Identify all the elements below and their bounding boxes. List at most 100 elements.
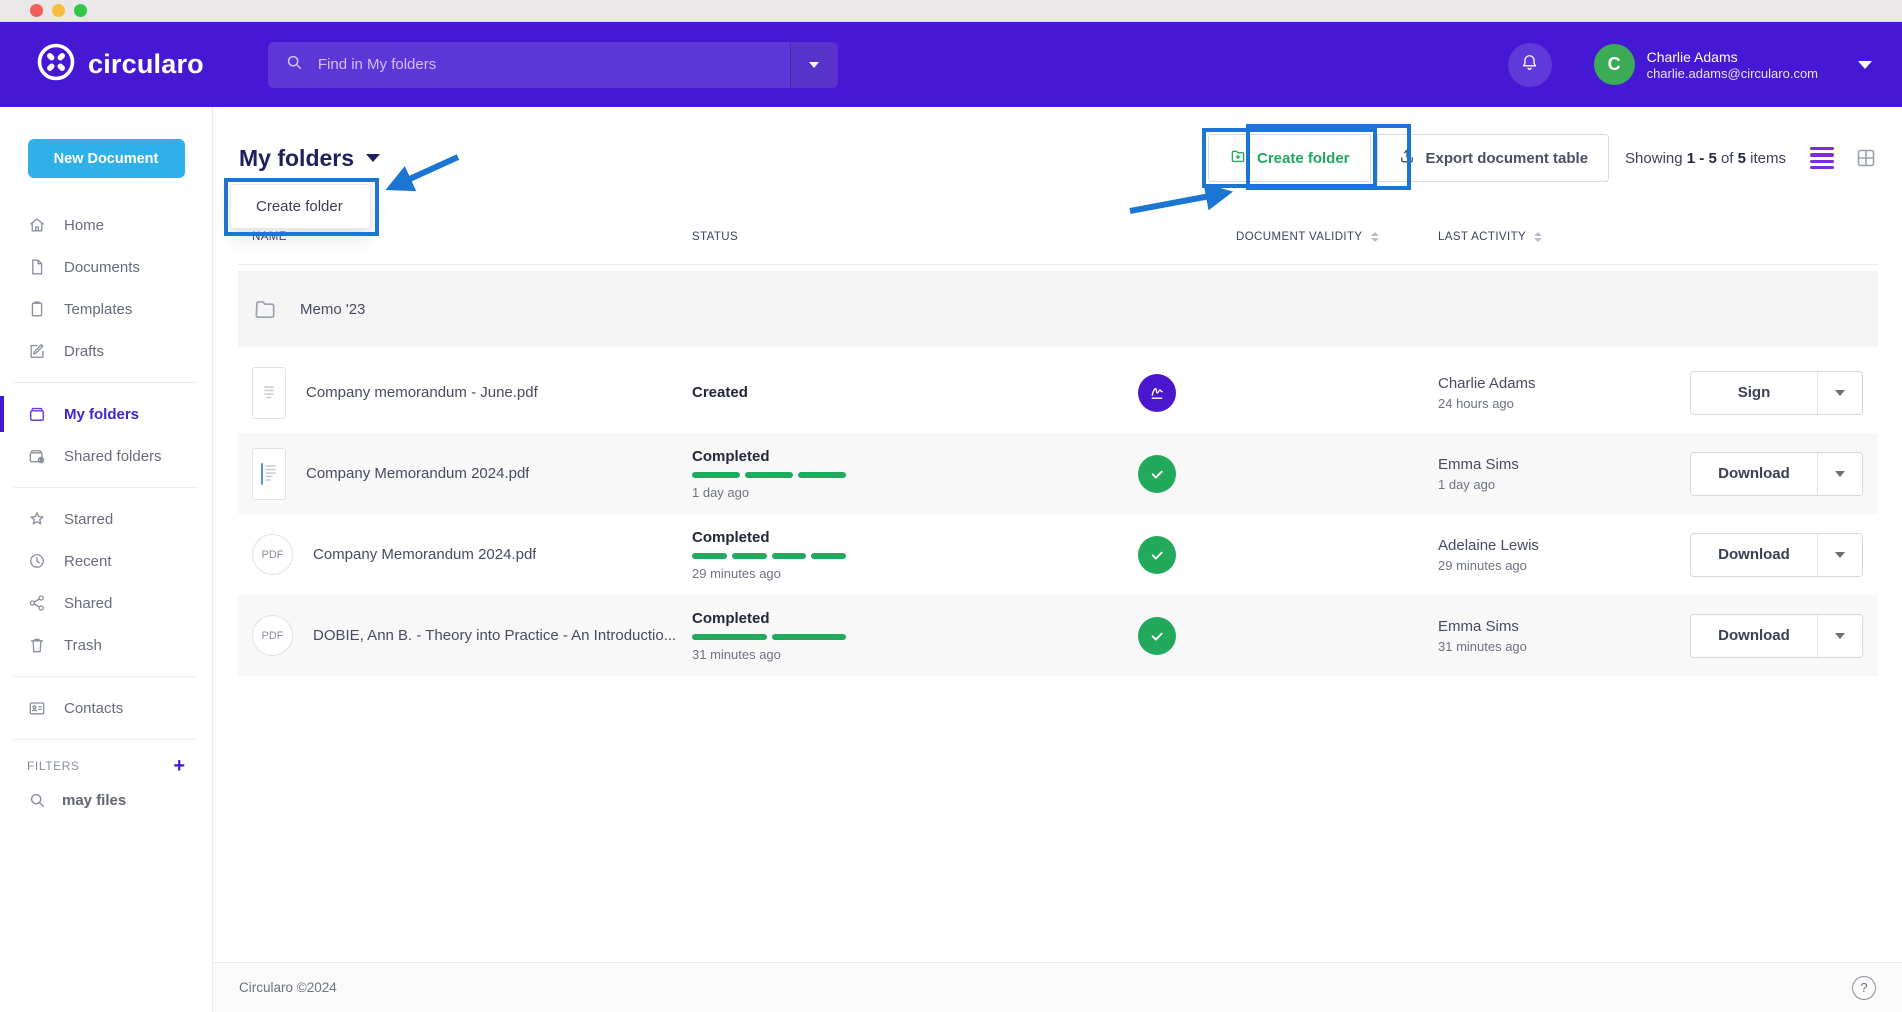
download-button[interactable]: Download <box>1691 534 1817 576</box>
column-header-name[interactable]: NAME <box>238 231 692 243</box>
chevron-down-icon <box>1858 56 1872 74</box>
validity-cell <box>1130 374 1438 412</box>
chevron-down-icon <box>366 154 380 162</box>
download-button[interactable]: Download <box>1691 453 1817 495</box>
table-row: Company Memorandum 2024.pdf Completed 1 … <box>238 433 1878 514</box>
create-folder-menu-item[interactable]: Create folder <box>230 184 371 229</box>
help-button[interactable]: ? <box>1852 976 1876 1000</box>
sort-icon <box>1534 232 1542 242</box>
export-document-table-button[interactable]: Export document table <box>1377 134 1610 182</box>
trash-icon <box>27 635 47 655</box>
signing-progress-bar <box>692 634 846 640</box>
main-content: My folders Create folder <box>213 107 1902 1012</box>
sidebar-divider <box>14 487 198 488</box>
status-cell: Completed 1 day ago <box>692 448 1130 500</box>
showing-items-count: Showing 1 - 5 of 5 items <box>1625 150 1786 167</box>
clipboard-icon <box>27 299 47 319</box>
list-view-toggle[interactable] <box>1810 147 1834 170</box>
valid-check-icon[interactable] <box>1138 536 1176 574</box>
valid-check-icon[interactable] <box>1138 617 1176 655</box>
document-name[interactable]: Company Memorandum 2024.pdf <box>313 546 536 563</box>
avatar: C <box>1594 44 1635 85</box>
shared-folder-icon <box>27 446 47 466</box>
filters-heading: FILTERS <box>27 759 80 773</box>
activity-time: 29 minutes ago <box>1438 558 1690 573</box>
status-time: 1 day ago <box>692 485 1130 500</box>
app-header: circularo C Charlie Adams charlie.adams@… <box>0 22 1902 107</box>
window-minimize-button[interactable] <box>52 4 65 17</box>
sidebar-item-label: Shared <box>64 595 112 612</box>
page-title-dropdown[interactable]: My folders <box>239 145 380 172</box>
sidebar-item-contacts[interactable]: Contacts <box>0 687 212 729</box>
export-icon <box>1398 147 1416 169</box>
folder-row-memo-23[interactable]: Memo '23 <box>238 271 1878 347</box>
table-row: Company memorandum - June.pdf Created Ch… <box>238 352 1878 433</box>
sidebar-item-starred[interactable]: Starred <box>0 498 212 540</box>
sidebar-item-label: Drafts <box>64 343 104 360</box>
activity-user: Emma Sims <box>1438 618 1690 635</box>
saved-filter-may-files[interactable]: may files <box>0 790 212 810</box>
page-footer: Circularo ©2024 ? <box>213 962 1902 1012</box>
sidebar-item-trash[interactable]: Trash <box>0 624 212 666</box>
circularo-logo[interactable]: circularo <box>36 42 204 87</box>
sign-button[interactable]: Sign <box>1691 372 1817 414</box>
sidebar-item-recent[interactable]: Recent <box>0 540 212 582</box>
sidebar-divider <box>14 676 198 677</box>
signature-pending-icon[interactable] <box>1138 374 1176 412</box>
add-filter-button[interactable]: + <box>173 756 185 776</box>
user-menu[interactable]: C Charlie Adams charlie.adams@circularo.… <box>1594 44 1872 85</box>
document-name[interactable]: Company memorandum - June.pdf <box>306 384 538 401</box>
signing-progress-bar <box>692 472 846 478</box>
window-zoom-button[interactable] <box>74 4 87 17</box>
action-dropdown-button[interactable] <box>1817 615 1862 657</box>
new-document-button[interactable]: New Document <box>28 139 185 178</box>
status-cell: Completed 31 minutes ago <box>692 610 1130 662</box>
validity-cell <box>1130 536 1438 574</box>
saved-filter-label: may files <box>62 792 126 809</box>
sidebar-item-shared[interactable]: Shared <box>0 582 212 624</box>
sidebar-divider <box>14 739 198 740</box>
activity-time: 1 day ago <box>1438 477 1690 492</box>
search-icon <box>27 790 47 810</box>
valid-check-icon[interactable] <box>1138 455 1176 493</box>
search-scope-dropdown[interactable] <box>790 42 838 88</box>
sidebar-item-home[interactable]: Home <box>0 204 212 246</box>
document-name[interactable]: Company Memorandum 2024.pdf <box>306 465 529 482</box>
action-dropdown-button[interactable] <box>1817 534 1862 576</box>
sidebar-item-label: Trash <box>64 637 102 654</box>
table-row: PDF Company Memorandum 2024.pdf Complete… <box>238 514 1878 595</box>
annotation-highlight-box: Create folder <box>1202 128 1377 188</box>
search-input[interactable] <box>318 56 790 73</box>
search-icon <box>284 52 304 77</box>
column-header-document-validity[interactable]: DOCUMENT VALIDITY <box>1130 231 1438 243</box>
sidebar-item-my-folders[interactable]: My folders <box>0 393 212 435</box>
action-dropdown-button[interactable] <box>1817 372 1862 414</box>
status-label: Completed <box>692 529 1130 546</box>
circularo-logo-icon <box>36 42 76 87</box>
document-name[interactable]: DOBIE, Ann B. - Theory into Practice - A… <box>313 627 676 644</box>
activity-time: 24 hours ago <box>1438 396 1690 411</box>
sidebar-item-drafts[interactable]: Drafts <box>0 330 212 372</box>
window-close-button[interactable] <box>30 4 43 17</box>
home-icon <box>27 215 47 235</box>
copyright-text: Circularo ©2024 <box>239 980 337 995</box>
sidebar-item-shared-folders[interactable]: Shared folders <box>0 435 212 477</box>
sort-icon <box>1371 232 1379 242</box>
sidebar-item-documents[interactable]: Documents <box>0 246 212 288</box>
sidebar-item-label: Home <box>64 217 104 234</box>
column-header-status[interactable]: STATUS <box>692 231 1130 243</box>
brand-name: circularo <box>88 49 204 80</box>
column-header-last-activity[interactable]: LAST ACTIVITY <box>1438 231 1690 243</box>
sidebar-item-label: Contacts <box>64 700 123 717</box>
status-label: Completed <box>692 610 1130 627</box>
clock-icon <box>27 551 47 571</box>
grid-view-toggle[interactable] <box>1854 146 1878 170</box>
download-button[interactable]: Download <box>1691 615 1817 657</box>
create-folder-button[interactable]: Create folder <box>1208 134 1371 182</box>
last-activity-cell: Emma Sims 31 minutes ago <box>1438 618 1690 654</box>
contact-card-icon <box>27 698 47 718</box>
sidebar-item-templates[interactable]: Templates <box>0 288 212 330</box>
activity-user: Adelaine Lewis <box>1438 537 1690 554</box>
notifications-button[interactable] <box>1508 43 1552 87</box>
action-dropdown-button[interactable] <box>1817 453 1862 495</box>
